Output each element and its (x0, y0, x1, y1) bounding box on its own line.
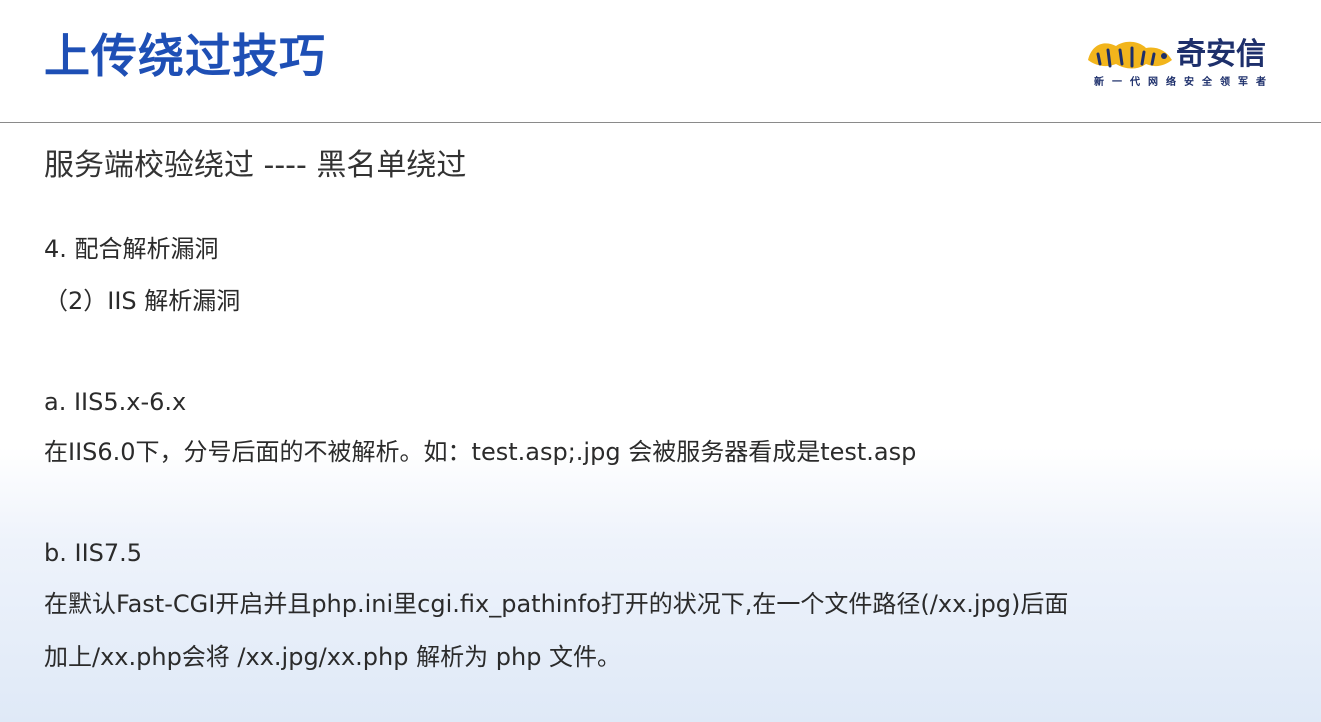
slide-title: 上传绕过技巧 (44, 29, 326, 83)
slide: 上传绕过技巧 奇安信 新一代网络安全领军者 服务端校验绕过 ---- 黑名单绕过… (0, 0, 1321, 722)
content-line: 加上/xx.php会将 /xx.jpg/xx.php 解析为 php 文件。 (44, 643, 622, 671)
content-line: 在IIS6.0下，分号后面的不被解析。如：test.asp;.jpg 会被服务器… (44, 438, 917, 466)
content-line: （2）IIS 解析漏洞 (44, 287, 241, 315)
tiger-icon (1088, 41, 1172, 69)
section-subtitle: 服务端校验绕过 ---- 黑名单绕过 (44, 148, 467, 183)
logo-name: 奇安信 (1176, 37, 1266, 72)
content-line: 在默认Fast-CGI开启并且php.ini里cgi.fix_pathinfo打… (44, 590, 1069, 618)
content-line: b. IIS7.5 (44, 539, 143, 567)
content-line: a. IIS5.x-6.x (44, 388, 187, 416)
header-divider (0, 122, 1321, 123)
content-line: 4. 配合解析漏洞 (44, 235, 219, 263)
logo-slogan: 新一代网络安全领军者 (1094, 77, 1274, 88)
qianxin-logo: 奇安信 新一代网络安全领军者 (1086, 36, 1286, 92)
